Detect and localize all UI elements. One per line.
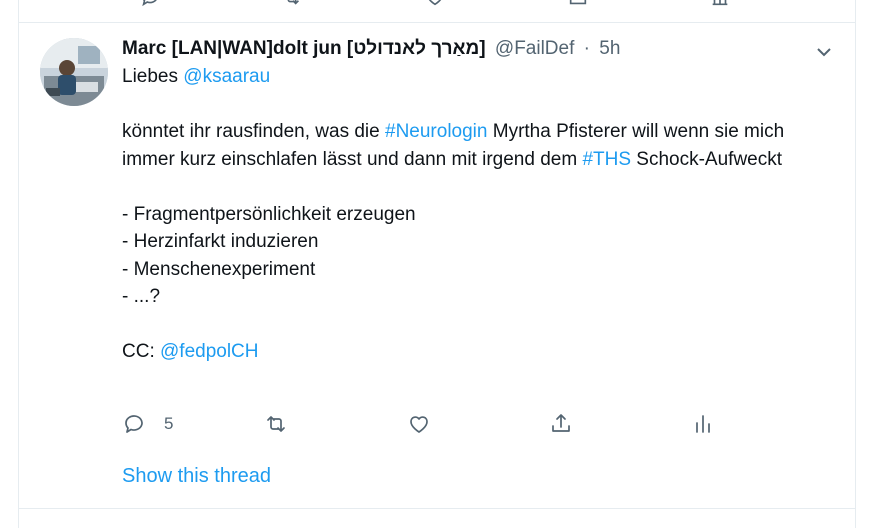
body-text: könntet ihr rausfinden, was die bbox=[122, 121, 385, 142]
tweet-header: Marc [LAN|WAN]dolt jun [מאַרך לאנדולט] @… bbox=[122, 36, 822, 62]
author-name[interactable]: Marc [LAN|WAN]dolt jun [מאַרך לאנדולט] bbox=[122, 38, 486, 59]
share-button[interactable] bbox=[549, 408, 573, 440]
separator: · bbox=[583, 38, 590, 59]
retweet-icon[interactable] bbox=[281, 0, 303, 8]
chevron-down-icon bbox=[817, 48, 831, 57]
mention-link[interactable]: @ksaarau bbox=[183, 66, 270, 87]
like-icon bbox=[410, 416, 428, 433]
list-item: - Herzinfarkt induzieren bbox=[122, 231, 319, 252]
like-button[interactable] bbox=[407, 408, 431, 440]
hashtag-link[interactable]: #Neurologin bbox=[385, 121, 487, 142]
tweet-text: Liebes @ksaarau könntet ihr rausfinden, … bbox=[122, 63, 822, 366]
tweet-actions: 5 bbox=[122, 408, 742, 440]
share-icon[interactable] bbox=[567, 0, 589, 8]
show-thread-link[interactable]: Show this thread bbox=[122, 465, 271, 488]
share-icon bbox=[552, 414, 570, 432]
avatar-photo bbox=[40, 38, 108, 106]
timestamp[interactable]: 5h bbox=[599, 38, 620, 59]
tweet[interactable]: Marc [LAN|WAN]dolt jun [מאַרך לאנדולט] @… bbox=[122, 36, 822, 366]
list-item: - ...? bbox=[122, 286, 161, 307]
mention-link[interactable]: @fedpolCH bbox=[160, 341, 259, 362]
author-handle[interactable]: @FailDef bbox=[495, 38, 574, 59]
retweet-button[interactable] bbox=[264, 408, 288, 440]
retweet-icon bbox=[267, 416, 285, 432]
reply-button[interactable]: 5 bbox=[122, 408, 173, 440]
cc-label: CC: bbox=[122, 341, 160, 362]
reply-count: 5 bbox=[164, 414, 174, 433]
avatar[interactable] bbox=[40, 38, 108, 106]
analytics-icon bbox=[696, 415, 710, 433]
greeting-text: Liebes bbox=[122, 66, 184, 87]
previous-tweet-actions bbox=[19, 0, 855, 8]
list-item: - Fragmentpersönlichkeit erzeugen bbox=[122, 203, 416, 225]
like-icon[interactable] bbox=[424, 0, 446, 8]
reply-icon bbox=[125, 415, 143, 433]
analytics-icon[interactable] bbox=[709, 0, 731, 8]
reply-icon[interactable] bbox=[139, 0, 161, 8]
hashtag-link[interactable]: #THS bbox=[582, 149, 631, 170]
analytics-button[interactable] bbox=[691, 408, 715, 440]
body-text: Schock-Aufweckt bbox=[631, 148, 783, 170]
divider bbox=[19, 508, 855, 509]
divider bbox=[19, 22, 855, 23]
list-item: - Menschenexperiment bbox=[122, 258, 316, 280]
timeline-column: Marc [LAN|WAN]dolt jun [מאַרך לאנדולט] @… bbox=[18, 0, 856, 528]
more-options-button[interactable] bbox=[814, 42, 834, 62]
